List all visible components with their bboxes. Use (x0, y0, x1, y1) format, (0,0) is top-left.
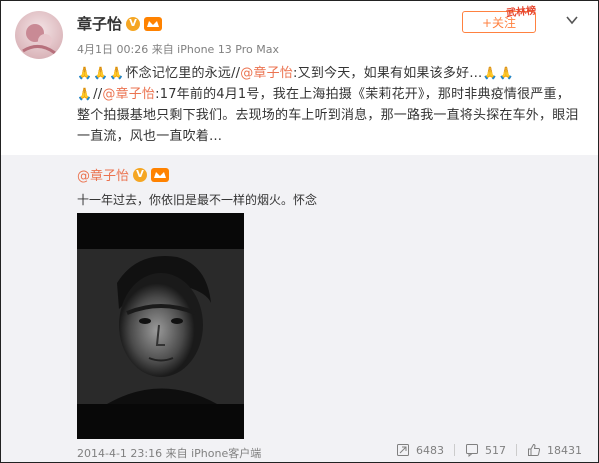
share-icon (397, 444, 409, 456)
post-line1-tail: :又到今天，如果有如果该多好… (293, 66, 483, 81)
thumbs-up-icon (528, 443, 541, 456)
chevron-down-icon[interactable] (565, 13, 579, 27)
action-bar: 6483 517 18431 (396, 443, 582, 457)
praying-hands-icon: 🙏 (77, 87, 93, 101)
action-divider (516, 444, 517, 456)
post-text: 🙏🙏🙏怀念记忆里的永远//@章子怡:又到今天，如果有如果该多好…🙏🙏 🙏//@章… (77, 63, 582, 147)
praying-hands-icon: 🙏 (109, 66, 125, 80)
praying-hands-icon: 🙏 (77, 66, 93, 80)
author-name[interactable]: 章子怡 (77, 13, 122, 34)
comment-action[interactable]: 517 (465, 443, 506, 457)
mention-link[interactable]: @章子怡 (240, 66, 293, 81)
verified-badge-icon: V (126, 16, 141, 31)
praying-hands-icon: 🙏 (498, 66, 514, 80)
repost-footer-meta[interactable]: 2014-4-1 23:16 来自 iPhone客户端 (77, 445, 261, 461)
repost-author-row: @章子怡 V (77, 165, 170, 184)
post-timestamp[interactable]: 4月1日 00:26 来自 iPhone 13 Pro Max (77, 41, 279, 57)
mention-link[interactable]: @章子怡 (102, 87, 155, 102)
verified-badge-icon: V (133, 167, 148, 182)
reposted-content: @章子怡 V 十一年过去，你依旧是最不一样的烟火。怀念 2014-4-1 23:… (1, 155, 598, 462)
repost-count: 6483 (416, 443, 444, 457)
repost-author[interactable]: @章子怡 (77, 165, 129, 184)
avatar[interactable] (15, 11, 63, 59)
comment-icon (466, 444, 478, 457)
like-count: 18431 (547, 443, 582, 457)
comment-count: 517 (485, 443, 506, 457)
author-row: 章子怡 V (77, 13, 163, 34)
vip-badge-icon (151, 167, 170, 182)
portrait-photo (77, 213, 244, 439)
repost-text: 十一年过去，你依旧是最不一样的烟火。怀念 (77, 193, 318, 207)
repost-photo[interactable] (77, 213, 244, 439)
vip-badge-icon (144, 16, 163, 31)
post-line2-sep: // (93, 87, 103, 102)
post-line1-text: 怀念记忆里的永远// (125, 66, 241, 81)
follow-decoration: 武林榜 (505, 5, 537, 20)
like-action[interactable]: 18431 (527, 443, 582, 457)
weibo-post-card: 章子怡 V 4月1日 00:26 来自 iPhone 13 Pro Max +关… (0, 0, 599, 463)
repost-action[interactable]: 6483 (396, 443, 444, 457)
avatar-image (15, 11, 63, 59)
action-divider (454, 444, 455, 456)
praying-hands-icon: 🙏 (93, 66, 109, 80)
praying-hands-icon: 🙏 (482, 66, 498, 80)
